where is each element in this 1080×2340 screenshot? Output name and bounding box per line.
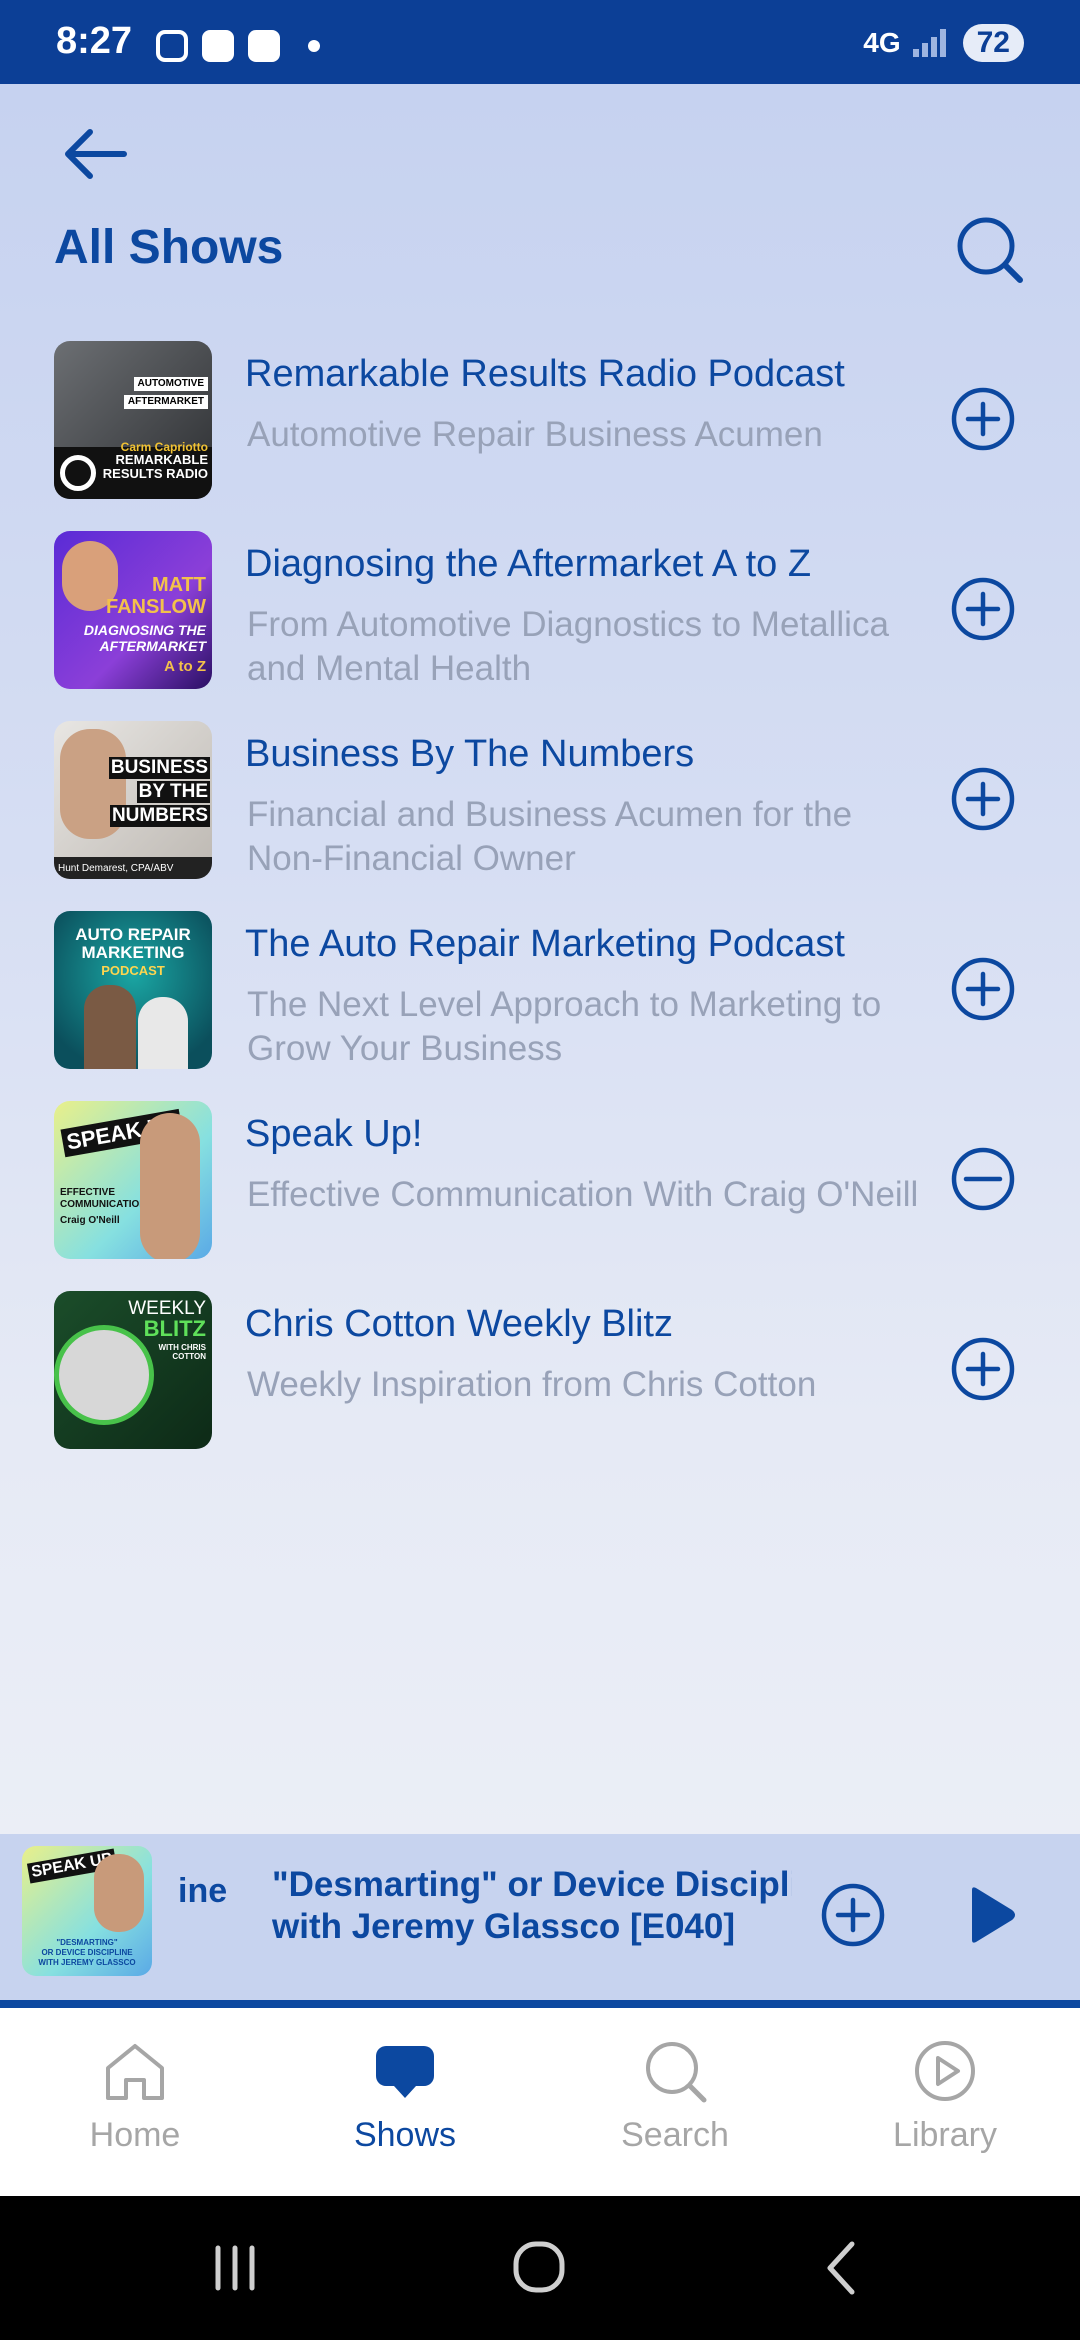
subscribe-button[interactable] (950, 386, 1016, 452)
now-playing-episode-title: "Desmarting" or Device Discipli with Jer… (272, 1864, 792, 1948)
show-title: Speak Up! (245, 1113, 423, 1155)
play-button[interactable] (958, 1882, 1024, 1948)
plus-circle-icon (951, 577, 1015, 641)
show-subtitle: Financial and Business Acumen for the No… (247, 795, 853, 878)
shows-icon (376, 2046, 434, 2098)
nav-label: Shows (353, 2116, 457, 2154)
plus-circle-icon (951, 957, 1015, 1021)
show-artwork: AUTO REPAIR MARKETING PODCAST (54, 911, 212, 1069)
show-artwork: MATT FANSLOW DIAGNOSING THE AFTERMARKET … (54, 531, 212, 689)
episode-title-line-2: with Jeremy Glassco [E040] (272, 1907, 735, 1946)
search-icon (957, 217, 1023, 283)
battery-level: 72 (962, 24, 1024, 62)
nav-label: Home (89, 2116, 181, 2154)
subscribe-button[interactable] (950, 956, 1016, 1022)
search-icon (646, 2042, 707, 2103)
show-subtitle: The Next Level Approach to Marketing to … (247, 985, 882, 1068)
plus-circle-icon (821, 1883, 885, 1947)
unsubscribe-button[interactable] (950, 1146, 1016, 1212)
nav-shows[interactable]: Shows (270, 2008, 540, 2196)
show-row[interactable]: MATT FANSLOW DIAGNOSING THE AFTERMARKET … (0, 531, 1080, 691)
nav-label: Search (621, 2116, 729, 2154)
page-title: All Shows (54, 221, 284, 274)
notification-icons (156, 30, 320, 62)
playback-progress-bar (0, 2000, 1080, 2008)
show-subtitle: Weekly Inspiration from Chris Cotton (247, 1365, 817, 1404)
plus-circle-icon (951, 1337, 1015, 1401)
show-row[interactable]: WEEKLY BLITZ WITH CHRIS COTTON Chris Cot… (0, 1291, 1080, 1451)
back-chevron-icon[interactable] (808, 2236, 878, 2300)
nav-label: Library (893, 2116, 997, 2154)
show-subtitle: From Automotive Diagnostics to Metallica… (247, 605, 889, 688)
plus-circle-icon (951, 387, 1015, 451)
show-row[interactable]: SPEAK UP EFFECTIVE COMMUNICATION Craig O… (0, 1101, 1080, 1261)
episode-artwork: SPEAK UP "DESMARTING" OR DEVICE DISCIPLI… (22, 1846, 152, 1976)
nav-search[interactable]: Search (540, 2008, 810, 2196)
status-time: 8:27 (56, 20, 133, 62)
play-icon (972, 1887, 1015, 1943)
show-artwork: SPEAK UP EFFECTIVE COMMUNICATION Craig O… (54, 1101, 212, 1259)
subscribe-button[interactable] (950, 766, 1016, 832)
system-nav-bar (0, 2196, 1080, 2340)
show-title: The Auto Repair Marketing Podcast (245, 923, 845, 965)
nav-library[interactable]: Library (810, 2008, 1080, 2196)
plus-circle-icon (951, 767, 1015, 831)
arrow-left-icon (65, 129, 127, 179)
minus-circle-icon (951, 1147, 1015, 1211)
show-subtitle: Effective Communication With Craig O'Nei… (247, 1175, 919, 1214)
wear-icon (202, 30, 234, 62)
show-row[interactable]: BUSINESS BY THE NUMBERS Hunt Demarest, C… (0, 721, 1080, 881)
recent-apps-icon[interactable] (200, 2236, 270, 2300)
add-to-queue-button[interactable] (820, 1882, 886, 1948)
nav-home[interactable]: Home (0, 2008, 270, 2196)
screenshot-icon (156, 30, 188, 62)
show-subtitle: Automotive Repair Business Acumen (247, 415, 823, 454)
home-circle-icon[interactable] (504, 2236, 574, 2300)
show-artwork: WEEKLY BLITZ WITH CHRIS COTTON (54, 1291, 212, 1449)
show-title: Business By The Numbers (245, 733, 695, 775)
status-right: 4G 72 (863, 24, 1024, 62)
more-notifications-dot-icon (308, 40, 320, 52)
library-play-icon (915, 2041, 975, 2101)
s-app-icon (248, 30, 280, 62)
back-button[interactable] (56, 114, 136, 194)
home-icon (106, 2044, 164, 2100)
bottom-nav: Home Shows Search Library (0, 2008, 1080, 2196)
subscribe-button[interactable] (950, 1336, 1016, 1402)
show-artwork: AUTOMOTIVE AFTERMARKET Carm Capriotto RE… (54, 341, 212, 499)
mini-player[interactable]: SPEAK UP "DESMARTING" OR DEVICE DISCIPLI… (0, 1834, 1080, 2000)
now-playing-show-name: ine (178, 1872, 228, 1910)
show-title: Remarkable Results Radio Podcast (245, 353, 845, 395)
episode-title-line-1: "Desmarting" or Device Discipli (272, 1865, 792, 1904)
status-bar: 8:27 4G 72 (0, 0, 1080, 84)
show-artwork: BUSINESS BY THE NUMBERS Hunt Demarest, C… (54, 721, 212, 879)
signal-icon (912, 29, 951, 57)
app-content: All Shows AUTOMOTIVE AFTERMARKET Carm Ca… (0, 84, 1080, 2006)
search-button[interactable] (950, 210, 1030, 290)
show-row[interactable]: AUTOMOTIVE AFTERMARKET Carm Capriotto RE… (0, 341, 1080, 501)
subscribe-button[interactable] (950, 576, 1016, 642)
show-row[interactable]: AUTO REPAIR MARKETING PODCAST The Auto R… (0, 911, 1080, 1071)
show-title: Chris Cotton Weekly Blitz (245, 1303, 673, 1345)
network-type: 4G (863, 27, 901, 58)
show-title: Diagnosing the Aftermarket A to Z (245, 543, 812, 585)
